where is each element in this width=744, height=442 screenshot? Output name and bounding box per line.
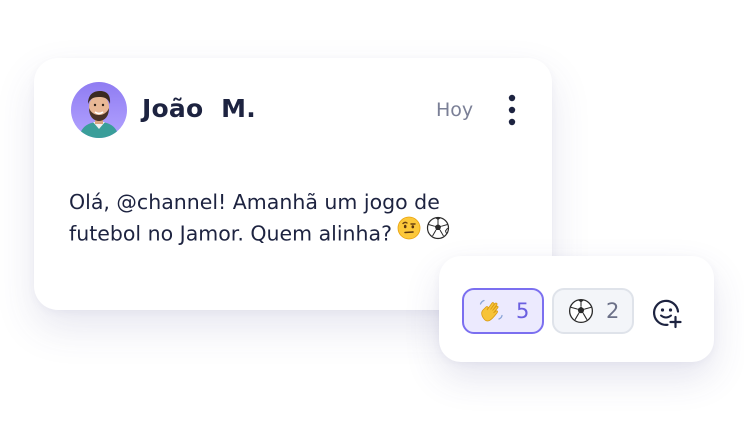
vertical-dots-icon <box>508 94 516 126</box>
message-text-line-1: Olá, @channel! Amanhã um jogo de <box>69 190 440 214</box>
stage: João M. Hoy Olá, @channel! Amanhã um jog… <box>0 0 744 442</box>
message-text-line-2-content: futebol no Jamor. Quem alinha? <box>69 221 392 246</box>
reaction-waving-hand[interactable]: 5 <box>462 288 544 334</box>
avatar[interactable] <box>71 82 127 138</box>
reaction-count: 2 <box>606 299 620 323</box>
avatar-portrait <box>79 91 119 138</box>
soccer-ball-icon <box>426 216 450 249</box>
reaction-soccer-ball[interactable]: 2 <box>552 288 634 334</box>
raised-eyebrow-face-icon <box>397 216 421 249</box>
message-timestamp: Hoy <box>436 99 474 121</box>
add-reaction-button[interactable] <box>651 297 683 329</box>
message-body: Olá, @channel! Amanhã um jogo de futebol… <box>69 187 519 251</box>
reaction-count: 5 <box>516 299 530 323</box>
author-name[interactable]: João M. <box>142 94 256 123</box>
add-emoji-icon <box>652 299 682 329</box>
more-options-button[interactable] <box>502 93 522 129</box>
reaction-bar: 5 2 <box>439 256 714 362</box>
message-text-line-2: futebol no Jamor. Quem alinha? <box>69 216 519 251</box>
soccer-ball-icon <box>568 298 594 324</box>
waving-hand-icon <box>478 298 504 324</box>
